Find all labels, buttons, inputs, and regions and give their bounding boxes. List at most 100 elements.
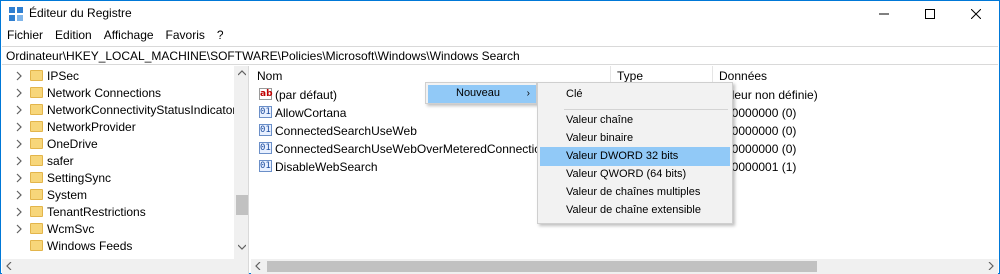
- binary-value-icon: 010110: [259, 142, 272, 154]
- submenu-item-label: Valeur QWORD (64 bits): [566, 168, 687, 180]
- string-value-icon: ab: [259, 88, 273, 100]
- tree-item-label: SettingSync: [47, 171, 112, 185]
- value-name: (par défaut): [275, 88, 338, 102]
- submenu-item-cle[interactable]: Clé: [540, 85, 730, 104]
- chevron-right-icon[interactable]: [14, 173, 24, 183]
- chevron-right-icon[interactable]: [14, 122, 24, 132]
- menu-item-label: Nouveau: [456, 87, 501, 99]
- folder-icon: [30, 155, 43, 166]
- submenu-item-label: Valeur de chaînes multiples: [566, 186, 701, 198]
- value-data: 00000000 (0): [725, 142, 797, 156]
- tree-item-networkconnectivitystatusindicator[interactable]: NetworkConnectivityStatusIndicator: [2, 102, 237, 119]
- tree-item-label: NetworkConnectivityStatusIndicator: [47, 103, 237, 117]
- tree-item-label: Windows Feeds: [47, 239, 133, 253]
- binary-value-icon: 010110: [259, 160, 272, 172]
- binary-value-icon: 010110: [259, 106, 272, 118]
- chevron-right-icon[interactable]: [14, 190, 24, 200]
- submenu-item-valeur-binaire[interactable]: Valeur binaire: [540, 129, 730, 148]
- maximize-icon: [925, 9, 935, 19]
- menu-affichage[interactable]: Affichage: [98, 27, 160, 45]
- submenu-item-valeur-dword[interactable]: Valeur DWORD 32 bits: [540, 147, 730, 166]
- submenu-arrow-icon: ›: [526, 88, 530, 99]
- tree-item-system[interactable]: System: [2, 187, 234, 204]
- tree-item-wcmsvc[interactable]: WcmSvc: [2, 221, 234, 238]
- tree-item-label: Network Connections: [47, 86, 162, 100]
- registry-editor-icon: [9, 7, 23, 21]
- close-icon: [971, 9, 981, 19]
- value-data: 00000000 (0): [725, 106, 797, 120]
- tree-item-networkprovider[interactable]: NetworkProvider: [2, 119, 234, 136]
- folder-icon: [30, 189, 43, 200]
- menu-help[interactable]: ?: [211, 27, 230, 45]
- menu-item-nouveau[interactable]: Nouveau ›: [428, 85, 536, 103]
- context-menu: Nouveau ›: [425, 82, 537, 104]
- scroll-down-arrow-icon[interactable]: [238, 244, 246, 250]
- tree-item-settingsync[interactable]: SettingSync: [2, 170, 234, 187]
- tree-item-ipsec[interactable]: IPSec: [2, 68, 234, 85]
- folder-icon: [30, 70, 43, 81]
- column-header-data[interactable]: Données: [713, 66, 998, 86]
- menu-separator: [564, 109, 728, 110]
- value-name: AllowCortana: [275, 106, 347, 120]
- minimize-button[interactable]: [861, 1, 907, 27]
- submenu-item-valeur-chaine-extensible[interactable]: Valeur de chaîne extensible: [540, 201, 730, 220]
- tree-item-network-connections[interactable]: Network Connections: [2, 85, 234, 102]
- folder-icon: [30, 206, 43, 217]
- new-submenu: Clé Valeur chaîne Valeur binaire Valeur …: [537, 82, 733, 224]
- tree-item-label: System: [47, 188, 88, 202]
- scrollbar-thumb[interactable]: [267, 261, 817, 272]
- menu-fichier[interactable]: Fichier: [1, 27, 49, 45]
- tree-item-label: IPSec: [47, 69, 80, 83]
- scroll-left-arrow-icon[interactable]: [6, 262, 12, 270]
- scroll-up-arrow-icon[interactable]: [238, 70, 246, 76]
- minimize-icon: [879, 13, 889, 15]
- list-horizontal-scrollbar[interactable]: [251, 259, 998, 274]
- chevron-right-icon[interactable]: [14, 71, 24, 81]
- tree-vertical-scrollbar[interactable]: [234, 66, 248, 274]
- folder-icon: [30, 240, 43, 251]
- folder-icon: [30, 121, 43, 132]
- chevron-right-icon[interactable]: [14, 156, 24, 166]
- submenu-item-label: Valeur binaire: [566, 132, 634, 144]
- window-title: Éditeur du Registre: [29, 6, 132, 20]
- value-name: ConnectedSearchUseWebOverMeteredConnecti…: [275, 142, 554, 156]
- folder-icon: [30, 104, 43, 115]
- address-bar[interactable]: Ordinateur\HKEY_LOCAL_MACHINE\SOFTWARE\P…: [2, 46, 998, 65]
- chevron-right-icon[interactable]: [14, 105, 24, 115]
- submenu-item-valeur-qword[interactable]: Valeur QWORD (64 bits): [540, 165, 730, 184]
- chevron-right-icon[interactable]: [14, 88, 24, 98]
- menu-edition[interactable]: Edition: [49, 27, 98, 45]
- tree-item-windows-feeds[interactable]: Windows Feeds: [2, 238, 234, 255]
- tree-item-tenantrestrictions[interactable]: TenantRestrictions: [2, 204, 234, 221]
- tree-item-label: NetworkProvider: [47, 120, 136, 134]
- folder-icon: [30, 138, 43, 149]
- scroll-left-arrow-icon[interactable]: [255, 262, 261, 270]
- menu-favoris[interactable]: Favoris: [160, 27, 211, 45]
- tree-item-safer[interactable]: safer: [2, 153, 234, 170]
- chevron-right-icon[interactable]: [14, 139, 24, 149]
- chevron-right-icon[interactable]: [14, 224, 24, 234]
- tree-item-label: TenantRestrictions: [47, 205, 146, 219]
- maximize-button[interactable]: [907, 1, 953, 27]
- tree-item-onedrive[interactable]: OneDrive: [2, 136, 234, 153]
- value-data: 00000000 (0): [725, 124, 797, 138]
- submenu-item-label: Valeur DWORD 32 bits: [566, 150, 679, 162]
- submenu-item-valeur-chaine[interactable]: Valeur chaîne: [540, 111, 730, 130]
- value-name: DisableWebSearch: [275, 160, 378, 174]
- tree-horizontal-scrollbar[interactable]: [2, 259, 234, 274]
- title-bar: Éditeur du Registre: [1, 1, 999, 27]
- registry-editor-window: Éditeur du Registre Fichier Edition Affi…: [0, 0, 1000, 274]
- tree-item-label: safer: [47, 154, 74, 168]
- tree-item-label: OneDrive: [47, 137, 98, 151]
- scroll-right-arrow-icon[interactable]: [988, 262, 994, 270]
- menu-bar: Fichier Edition Affichage Favoris ?: [1, 27, 999, 45]
- submenu-item-valeur-chaines-multiples[interactable]: Valeur de chaînes multiples: [540, 183, 730, 202]
- scrollbar-thumb[interactable]: [236, 195, 248, 215]
- submenu-item-label: Valeur chaîne: [566, 114, 634, 126]
- close-button[interactable]: [953, 1, 999, 27]
- chevron-right-icon[interactable]: [14, 207, 24, 217]
- key-tree-pane: IPSec Network Connections NetworkConnect…: [2, 66, 249, 274]
- submenu-item-label: Clé: [566, 88, 583, 100]
- tree-item-label: WcmSvc: [47, 222, 95, 236]
- submenu-item-label: Valeur de chaîne extensible: [566, 204, 701, 216]
